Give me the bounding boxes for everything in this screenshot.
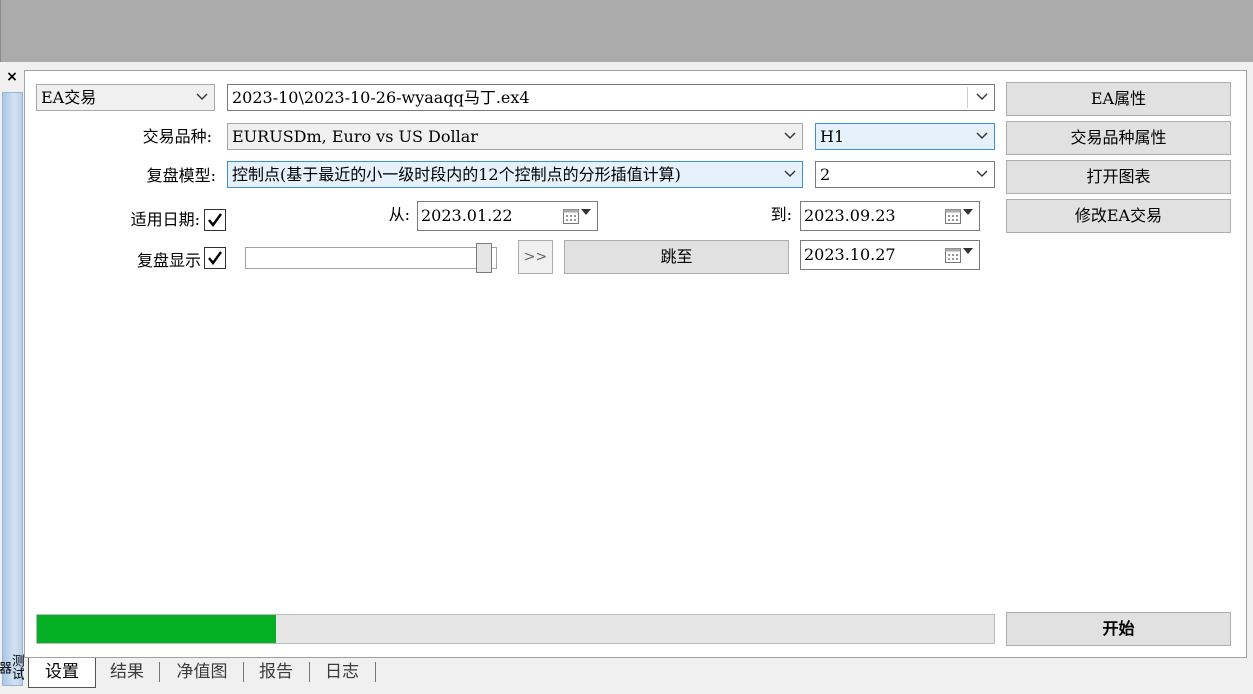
test-progress-bar (36, 614, 995, 644)
tab-journal[interactable]: 日志 (311, 658, 373, 686)
tester-side-strip (2, 92, 23, 686)
chevron-down-icon[interactable] (973, 85, 991, 110)
jump-to-button[interactable]: 跳至 (564, 240, 789, 274)
chevron-down-icon[interactable] (781, 124, 799, 149)
use-date-label: 适用日期: (130, 210, 200, 229)
speed-slider-thumb[interactable] (476, 243, 493, 273)
start-button[interactable]: 开始 (1006, 612, 1231, 646)
combo-divider (967, 87, 968, 108)
caret-down-icon[interactable] (963, 248, 973, 254)
settings-panel (24, 70, 1247, 658)
symbol-properties-button[interactable]: 交易品种属性 (1006, 121, 1231, 155)
chevron-down-icon[interactable] (973, 124, 991, 149)
chevron-down-icon[interactable] (781, 162, 799, 187)
tab-settings[interactable]: 设置 (28, 658, 96, 688)
chevron-down-icon[interactable] (193, 85, 211, 110)
to-label: 到: (770, 205, 792, 224)
visual-mode-checkbox[interactable] (204, 247, 226, 269)
tab-separator (159, 662, 160, 682)
period-combo[interactable]: H1 (815, 123, 995, 150)
visual-mode-label: 复盘显示 (136, 251, 201, 270)
speed-slider-track[interactable] (245, 247, 497, 269)
expert-file-value: 2023-10\2023-10-26-wyaaqq马丁.ex4 (232, 88, 530, 107)
symbol-combo[interactable]: EURUSDm, Euro vs US Dollar (227, 123, 803, 150)
modify-ea-button[interactable]: 修改EA交易 (1006, 199, 1231, 233)
caret-down-icon[interactable] (581, 209, 591, 215)
checkmark-icon (208, 251, 222, 265)
model-value: 控制点(基于最近的小一级时段内的12个控制点的分形插值计算) (232, 165, 681, 184)
calendar-icon[interactable] (945, 208, 961, 224)
symbol-label: 交易品种: (142, 127, 212, 146)
spread-value: 2 (820, 165, 831, 184)
from-date-value: 2023.01.22 (421, 206, 513, 225)
checkmark-icon (208, 213, 222, 227)
model-combo[interactable]: 控制点(基于最近的小一级时段内的12个控制点的分形插值计算) (227, 161, 803, 188)
titlebar-area (0, 0, 1253, 62)
from-date-picker[interactable]: 2023.01.22 (417, 201, 598, 231)
to-date-value: 2023.09.23 (804, 206, 896, 225)
expert-file-combo[interactable]: 2023-10\2023-10-26-wyaaqq马丁.ex4 (227, 84, 995, 111)
to-date-picker[interactable]: 2023.09.23 (800, 201, 980, 231)
close-icon[interactable]: × (4, 68, 20, 86)
calendar-icon[interactable] (945, 247, 961, 263)
skip-button[interactable]: >> (518, 240, 553, 274)
model-label: 复盘模型: (146, 166, 216, 185)
tester-side-label: 测试器 (0, 654, 24, 680)
symbol-value: EURUSDm, Euro vs US Dollar (232, 127, 478, 146)
caret-down-icon[interactable] (963, 209, 973, 215)
jump-date-picker[interactable]: 2023.10.27 (800, 240, 980, 270)
tab-separator (243, 662, 244, 682)
tab-report[interactable]: 报告 (245, 658, 307, 686)
from-label: 从: (388, 205, 410, 224)
mode-combo[interactable]: EA交易 (36, 84, 215, 111)
tab-separator (375, 662, 376, 682)
spread-combo[interactable]: 2 (815, 161, 995, 188)
tab-separator (309, 662, 310, 682)
test-progress-fill (37, 615, 277, 643)
period-value: H1 (820, 127, 845, 146)
mode-combo-value: EA交易 (41, 88, 97, 107)
jump-date-value: 2023.10.27 (804, 245, 896, 264)
ea-properties-button[interactable]: EA属性 (1006, 82, 1231, 116)
tab-equity-graph[interactable]: 净值图 (161, 658, 243, 686)
tester-tab-bar: 设置 结果 净值图 报告 日志 (24, 658, 1253, 694)
calendar-icon[interactable] (563, 208, 579, 224)
chevron-down-icon[interactable] (973, 162, 991, 187)
use-date-checkbox[interactable] (204, 209, 226, 231)
open-chart-button[interactable]: 打开图表 (1006, 160, 1231, 194)
tab-results[interactable]: 结果 (96, 658, 158, 686)
